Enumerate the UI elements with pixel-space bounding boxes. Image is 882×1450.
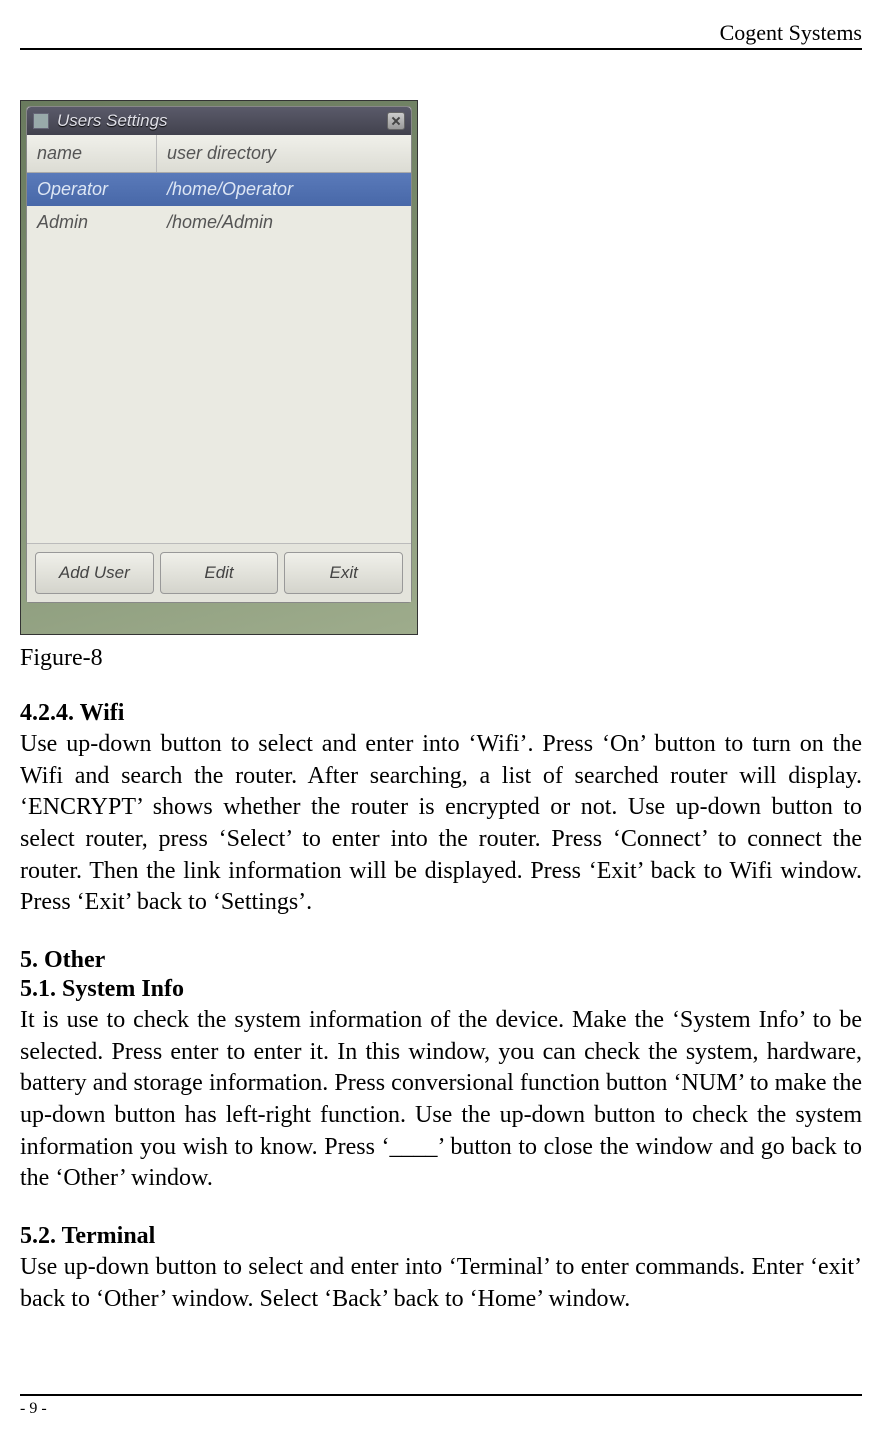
exit-button[interactable]: Exit (284, 552, 403, 594)
cell-name: Admin (27, 206, 157, 239)
table-body: Operator /home/Operator Admin /home/Admi… (27, 173, 411, 543)
cell-directory: /home/Admin (157, 206, 283, 239)
table-row[interactable]: Operator /home/Operator (27, 173, 411, 206)
paragraph-wifi: Use up-down button to select and enter i… (20, 729, 862, 919)
window-app-icon (33, 113, 49, 129)
button-bar: Add User Edit Exit (27, 543, 411, 602)
column-header-name[interactable]: name (27, 135, 157, 172)
paragraph-system-info: It is use to check the system informatio… (20, 1005, 862, 1195)
heading-other: 5. Other (20, 947, 862, 974)
users-settings-window: Users Settings name user directory Opera… (26, 106, 412, 603)
page-number: - 9 - (20, 1400, 47, 1417)
close-icon[interactable] (387, 112, 405, 130)
embedded-screenshot: Users Settings name user directory Opera… (20, 100, 418, 635)
column-header-directory[interactable]: user directory (157, 135, 286, 172)
page-header: Cogent Systems (20, 20, 862, 50)
page-footer: - 9 - (20, 1394, 862, 1418)
table-header: name user directory (27, 135, 411, 173)
cell-name: Operator (27, 173, 157, 206)
edit-button[interactable]: Edit (160, 552, 279, 594)
figure-caption: Figure-8 (20, 645, 862, 672)
header-right-text: Cogent Systems (720, 20, 862, 45)
paragraph-terminal: Use up-down button to select and enter i… (20, 1252, 862, 1315)
window-titlebar: Users Settings (27, 107, 411, 135)
heading-terminal: 5.2. Terminal (20, 1223, 862, 1250)
add-user-button[interactable]: Add User (35, 552, 154, 594)
window-title: Users Settings (57, 111, 387, 131)
cell-directory: /home/Operator (157, 173, 303, 206)
heading-system-info: 5.1. System Info (20, 976, 862, 1003)
heading-wifi: 4.2.4. Wifi (20, 700, 862, 727)
table-row[interactable]: Admin /home/Admin (27, 206, 411, 239)
